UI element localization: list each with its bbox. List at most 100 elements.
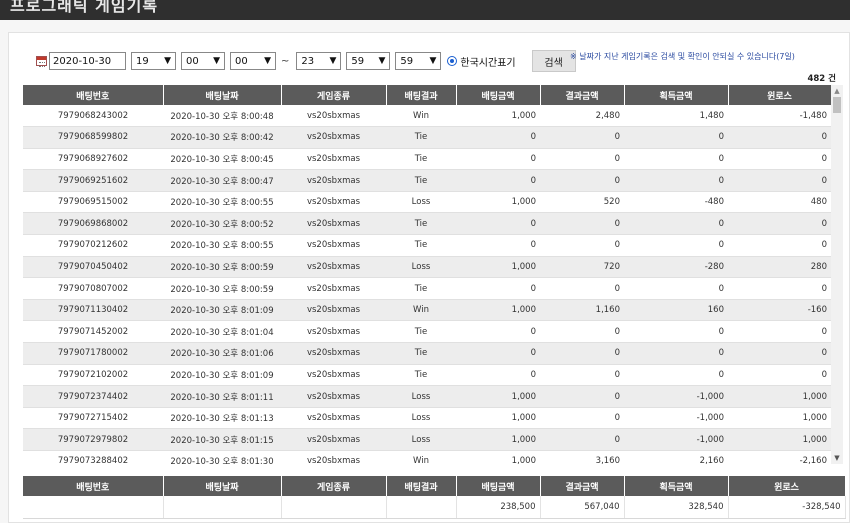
bet-date-cell: 2020-10-30 오후 8:01:09: [163, 364, 281, 387]
winloss-cell: -160: [728, 299, 831, 322]
end-minute-select[interactable]: 59 ▼: [346, 52, 391, 70]
date-input[interactable]: [49, 52, 126, 70]
bet-id-cell: 7979068927602: [23, 148, 163, 171]
gain-amount-cell: -1,000: [624, 428, 728, 451]
result-amount-cell: 0: [540, 148, 624, 171]
winloss-cell: 0: [728, 320, 831, 344]
bet-date-cell: 2020-10-30 오후 8:00:59: [163, 277, 281, 300]
result-amount-cell: 0: [540, 320, 624, 344]
table-row[interactable]: 7979068927602 2020-10-30 오후 8:00:45 vs20sb…: [23, 148, 831, 171]
table-row[interactable]: 7979070212602 2020-10-30 오후 8:00:55 vs20sb…: [23, 234, 831, 257]
result-amount-cell: 3,160: [540, 450, 624, 464]
search-button[interactable]: 검색: [531, 50, 576, 72]
arrow-down-icon[interactable]: ▼: [831, 452, 843, 464]
gain-amount-cell: 1,480: [624, 105, 728, 128]
bet-date-cell: 2020-10-30 오후 8:00:42: [163, 126, 281, 149]
bet-amount-cell: 1,000: [456, 407, 540, 430]
bet-date-cell: 2020-10-30 오후 8:00:55: [163, 234, 281, 257]
bet-result-cell: Tie: [386, 342, 456, 365]
column-header[interactable]: 배팅결과: [386, 85, 457, 105]
table-row[interactable]: 7979071452002 2020-10-30 오후 8:01:04 vs20sb…: [23, 320, 831, 344]
result-amount-cell: 720: [540, 256, 624, 279]
table-row[interactable]: 7979071780002 2020-10-30 오후 8:01:06 vs20sb…: [23, 342, 831, 365]
bet-date-cell: 2020-10-30 오후 8:01:06: [163, 342, 281, 365]
bet-amount-cell: 0: [456, 169, 540, 192]
game-type-cell: vs20sbxmas: [281, 299, 386, 322]
game-type-cell: vs20sbxmas: [281, 428, 386, 451]
chevron-down-icon: ▼: [213, 56, 220, 66]
bet-date-cell: 2020-10-30 오후 8:00:55: [163, 191, 281, 214]
gain-amount-cell: 0: [624, 320, 728, 344]
start-minute-select[interactable]: 00 ▼: [181, 52, 225, 70]
calendar-icon[interactable]: [36, 56, 47, 67]
column-header[interactable]: 배팅번호: [23, 85, 164, 105]
winloss-cell: 1,000: [728, 385, 831, 408]
bet-result-cell: Tie: [386, 277, 456, 300]
gain-amount-cell: 0: [624, 234, 728, 257]
end-second-select[interactable]: 59 ▼: [395, 52, 442, 70]
game-type-cell: vs20sbxmas: [281, 277, 386, 300]
scrollbar-thumb[interactable]: [833, 97, 841, 113]
table-row[interactable]: 7979072374402 2020-10-30 오후 8:01:11 vs20sb…: [23, 385, 831, 408]
start-second-select[interactable]: 00 ▼: [230, 52, 276, 70]
bet-amount-cell: 0: [456, 148, 540, 171]
bet-date-cell: 2020-10-30 오후 8:01:04: [163, 320, 281, 344]
winloss-cell: 0: [728, 342, 831, 365]
start-hour-select[interactable]: 19 ▼: [131, 52, 176, 70]
table-row[interactable]: 7979068243002 2020-10-30 오후 8:00:48 vs20sb…: [23, 105, 831, 128]
bet-date-cell: 2020-10-30 오후 8:01:30: [163, 450, 281, 464]
bet-result-cell: Tie: [386, 364, 456, 387]
column-header: 결과금액: [540, 476, 625, 496]
bet-id-cell: 7979069515002: [23, 191, 163, 214]
radio-selected-icon[interactable]: [447, 56, 458, 66]
table-scrollbar[interactable]: ▲ ▼: [831, 85, 843, 464]
column-header[interactable]: 배팅금액: [456, 85, 541, 105]
gain-amount-cell: 0: [624, 169, 728, 192]
winloss-cell: 0: [728, 277, 831, 300]
table-row[interactable]: 7979071130402 2020-10-30 오후 8:01:09 vs20sb…: [23, 299, 831, 322]
korean-time-radio[interactable]: 한국시간표기: [447, 54, 516, 69]
totals-cell: [23, 496, 164, 519]
table-row[interactable]: 7979072715402 2020-10-30 오후 8:01:13 vs20sb…: [23, 407, 831, 430]
records-table-container[interactable]: 배팅번호 배팅날짜 게임종류 배팅결과 배팅금액 결과금액 획득금액 윈로스 7…: [23, 85, 836, 464]
table-row[interactable]: 7979072102002 2020-10-30 오후 8:01:09 vs20sb…: [23, 364, 831, 387]
winloss-cell: 0: [728, 364, 831, 387]
totals-gain-amount: 328,540: [624, 496, 729, 519]
column-header[interactable]: 윈로스: [728, 85, 832, 105]
bet-date-cell: 2020-10-30 오후 8:01:15: [163, 428, 281, 451]
result-amount-cell: 0: [540, 277, 624, 300]
bet-result-cell: Loss: [386, 191, 456, 214]
table-row[interactable]: 7979069868002 2020-10-30 오후 8:00:52 vs20sb…: [23, 212, 831, 236]
end-hour-select[interactable]: 23 ▼: [296, 52, 342, 70]
table-header-row: 배팅번호 배팅날짜 게임종류 배팅결과 배팅금액 결과금액 획득금액 윈로스: [23, 85, 832, 105]
column-header: 윈로스: [728, 476, 846, 496]
arrow-up-icon[interactable]: ▲: [831, 85, 843, 97]
table-row[interactable]: 7979073288402 2020-10-30 오후 8:01:30 vs20sb…: [23, 450, 831, 464]
table-row[interactable]: 7979070807002 2020-10-30 오후 8:00:59 vs20sb…: [23, 277, 831, 300]
winloss-cell: 0: [728, 148, 831, 171]
range-separator: ~: [281, 55, 290, 67]
bet-amount-cell: 0: [456, 364, 540, 387]
table-row[interactable]: 7979069251602 2020-10-30 오후 8:00:47 vs20sb…: [23, 169, 831, 192]
table-row[interactable]: 7979070450402 2020-10-30 오후 8:00:59 vs20sb…: [23, 256, 831, 279]
bet-id-cell: 7979070807002: [23, 277, 163, 300]
column-header[interactable]: 결과금액: [540, 85, 625, 105]
game-type-cell: vs20sbxmas: [281, 342, 386, 365]
bet-amount-cell: 0: [456, 342, 540, 365]
result-amount-cell: 520: [540, 191, 624, 214]
bet-id-cell: 7979070450402: [23, 256, 163, 279]
table-row[interactable]: 7979072979802 2020-10-30 오후 8:01:15 vs20sb…: [23, 428, 831, 451]
totals-cell: [281, 496, 387, 519]
column-header[interactable]: 획득금액: [624, 85, 729, 105]
game-type-cell: vs20sbxmas: [281, 148, 386, 171]
column-header[interactable]: 게임종류: [281, 85, 387, 105]
notice-text: ※ 날짜가 지난 게임기록은 검색 및 확인이 안되실 수 있습니다(7일): [570, 52, 795, 61]
table-row[interactable]: 7979069515002 2020-10-30 오후 8:00:55 vs20sb…: [23, 191, 831, 214]
filter-toolbar: 19 ▼ 00 ▼ 00 ▼ ~ 23 ▼ 59 ▼ 59 ▼ 한국시간표기 검…: [36, 50, 576, 72]
column-header[interactable]: 배팅날짜: [163, 85, 282, 105]
end-hour-value: 23: [301, 55, 315, 67]
title-bar: 프로그래틱 게임기록: [0, 0, 850, 20]
table-body: 7979068243002 2020-10-30 오후 8:00:48 vs20sb…: [23, 105, 831, 464]
table-row[interactable]: 7979068599802 2020-10-30 오후 8:00:42 vs20sb…: [23, 126, 831, 149]
result-amount-cell: 0: [540, 234, 624, 257]
